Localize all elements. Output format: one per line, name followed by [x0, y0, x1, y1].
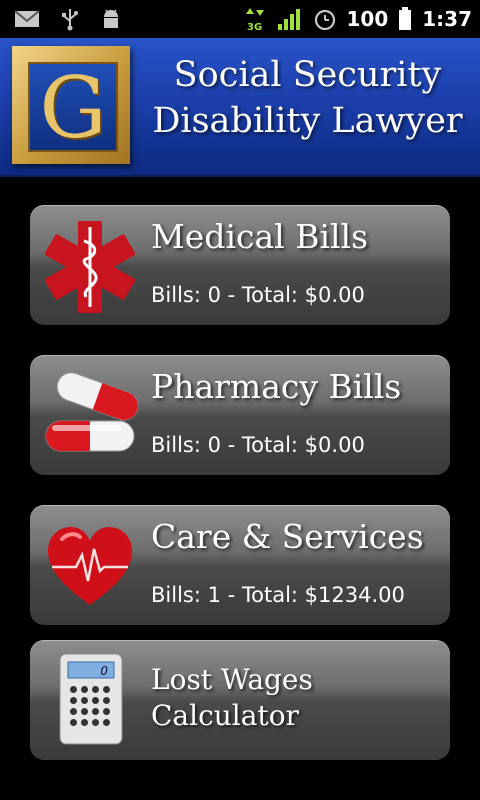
care-services-button[interactable]: Care & Services Bills: 1 - Total: $1234.…: [30, 505, 450, 625]
lost-wages-title-line1: Lost Wages: [151, 663, 313, 696]
app-title-line1: Social Security: [173, 55, 442, 95]
pharmacy-bills-summary: Bills: 0 - Total: $0.00: [151, 433, 365, 457]
lost-wages-title: Lost Wages Calculator: [151, 662, 313, 734]
medical-bills-button[interactable]: Medical Bills Bills: 0 - Total: $0.00: [30, 205, 450, 325]
lost-wages-calculator-button[interactable]: 0 Lost Wages Calculator: [30, 640, 450, 760]
app-title-line2: Disability Lawyer: [152, 101, 463, 141]
lost-wages-title-line2: Calculator: [151, 699, 299, 732]
pill-capsule-icon: [45, 372, 138, 452]
pharmacy-bills-title: Pharmacy Bills: [151, 367, 402, 406]
data-transfer-icon: 3G: [245, 8, 264, 32]
battery-level: 100: [346, 7, 389, 31]
status-bar: 3G 100 1:37: [0, 0, 480, 38]
pharmacy-bills-button[interactable]: Pharmacy Bills Bills: 0 - Total: $0.00: [30, 355, 450, 475]
network-type-label: 3G: [247, 22, 262, 32]
medical-star-of-life-icon: [44, 221, 136, 313]
app-banner: G Social Security Disability Lawyer: [0, 38, 480, 177]
medical-bills-summary: Bills: 0 - Total: $0.00: [151, 283, 365, 307]
alarm-icon: [314, 9, 335, 31]
calculator-icon: 0: [59, 653, 123, 745]
care-services-title: Care & Services: [151, 517, 424, 556]
clock: 1:37: [422, 7, 472, 31]
logo-letter: G: [39, 59, 107, 157]
calculator-display: 0: [100, 664, 108, 678]
medical-bills-title: Medical Bills: [151, 217, 369, 256]
app-title: Social Security Disability Lawyer: [140, 52, 475, 144]
care-services-summary: Bills: 1 - Total: $1234.00: [151, 583, 405, 607]
firm-logo: G: [12, 46, 130, 164]
battery-icon: [399, 7, 412, 30]
heart-pulse-icon: [48, 527, 132, 605]
signal-icon: [277, 9, 300, 30]
android-debug-icon: [104, 9, 118, 28]
usb-icon: [62, 9, 78, 31]
mail-icon: [14, 10, 40, 27]
